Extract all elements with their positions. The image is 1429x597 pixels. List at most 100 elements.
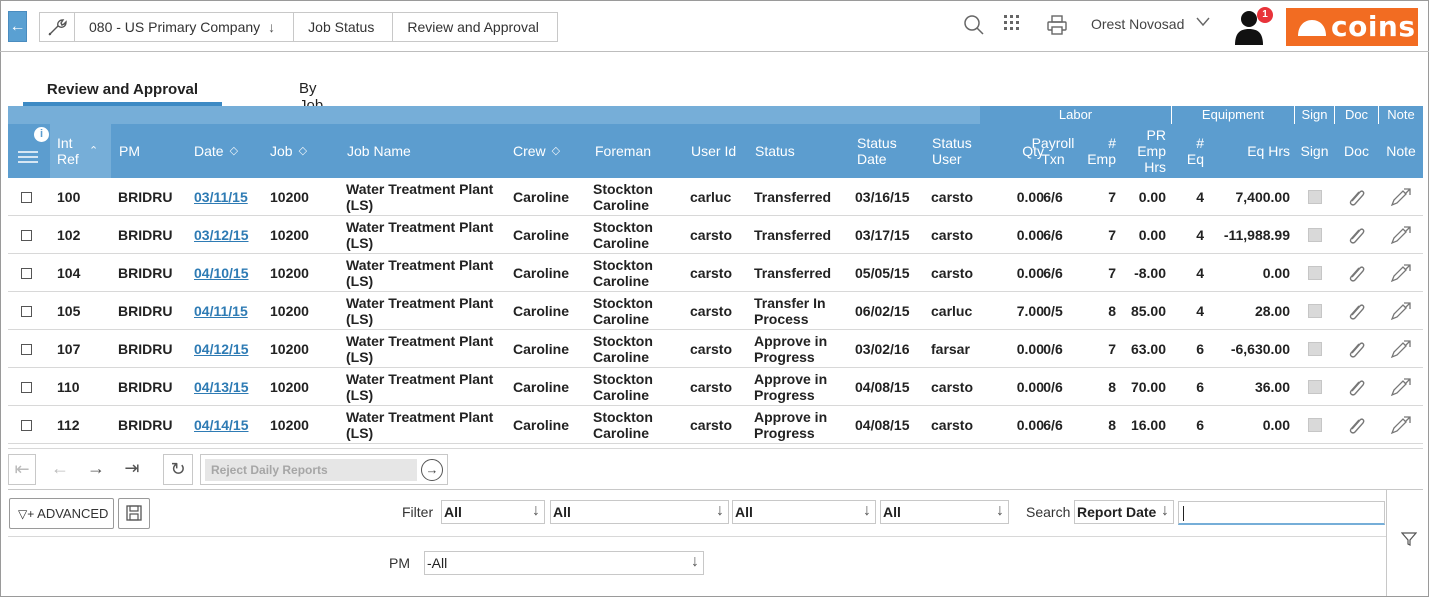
header-emp[interactable]: # Emp: [1086, 124, 1116, 178]
note-edit-icon[interactable]: [1379, 292, 1423, 330]
filter-select-4[interactable]: All ↓: [880, 500, 1009, 524]
cell-date[interactable]: 04/11/15: [194, 292, 264, 330]
header-foreman[interactable]: Foreman: [595, 124, 685, 178]
cell-date[interactable]: 03/12/15: [194, 216, 264, 254]
filter-select-1[interactable]: All ↓: [441, 500, 545, 524]
note-edit-icon[interactable]: [1379, 330, 1423, 368]
header-int-ref[interactable]: Int Ref ⌃: [50, 124, 111, 178]
paperclip-icon[interactable]: [1335, 330, 1378, 368]
cell-date[interactable]: 04/10/15: [194, 254, 264, 292]
column-menu[interactable]: i: [8, 124, 50, 178]
header-crew[interactable]: Crew ◇: [513, 124, 593, 178]
cell-date[interactable]: 03/11/15: [194, 178, 264, 216]
user-name[interactable]: Orest Novosad: [1091, 16, 1184, 32]
search-icon[interactable]: [963, 14, 985, 36]
header-eq-hrs[interactable]: Eq Hrs: [1218, 124, 1290, 178]
next-page-button[interactable]: →: [80, 454, 112, 485]
note-edit-icon[interactable]: [1379, 254, 1423, 292]
back-button[interactable]: ←: [8, 11, 27, 42]
refresh-button[interactable]: ↻: [163, 454, 193, 485]
cell-foreman: Stockton Caroline: [593, 409, 653, 441]
sign-checkbox[interactable]: [1307, 266, 1322, 280]
cell-eq-hrs: 28.00: [1254, 303, 1290, 319]
sign-checkbox[interactable]: [1307, 342, 1322, 356]
table-row[interactable]: 107 BRIDRU 04/12/15 10200 Water Treatment Pl…: [8, 330, 1423, 368]
cell-date[interactable]: 04/13/15: [194, 368, 264, 406]
header-status-user[interactable]: Status User: [932, 124, 974, 178]
cell-emp: 8: [1108, 379, 1116, 395]
info-icon[interactable]: i: [34, 127, 49, 142]
header-sign[interactable]: Sign: [1295, 124, 1334, 178]
save-filter-button[interactable]: [118, 498, 150, 529]
apps-grid-icon[interactable]: [1003, 14, 1021, 32]
note-edit-icon[interactable]: [1379, 368, 1423, 406]
header-status-user-label: Status User: [932, 135, 972, 167]
breadcrumb-review-approval[interactable]: Review and Approval: [393, 12, 558, 42]
table-row[interactable]: 110 BRIDRU 04/13/15 10200 Water Treatment Pl…: [8, 368, 1423, 406]
header-payroll-txn[interactable]: Payroll Txn: [1026, 124, 1080, 178]
cell-date[interactable]: 04/14/15: [194, 406, 264, 444]
prev-page-button[interactable]: ←: [44, 454, 76, 485]
advanced-filter-button[interactable]: ▽+ ADVANCED: [9, 498, 114, 529]
header-user-id[interactable]: User Id: [691, 124, 751, 178]
row-checkbox[interactable]: [21, 305, 32, 317]
header-group-doc: Doc: [1335, 106, 1378, 124]
printer-icon[interactable]: [1046, 14, 1068, 36]
sign-checkbox[interactable]: [1307, 380, 1322, 394]
filter-select-2[interactable]: All ↓: [550, 500, 729, 524]
pm-select[interactable]: -All ↓: [424, 551, 704, 575]
reject-daily-reports-select[interactable]: Reject Daily Reports: [205, 459, 417, 481]
paperclip-icon[interactable]: [1335, 292, 1378, 330]
row-checkbox[interactable]: [21, 267, 32, 279]
notification-badge[interactable]: 1: [1257, 7, 1273, 23]
header-pr-emp-hrs[interactable]: PR Emp Hrs: [1136, 124, 1166, 178]
header-doc[interactable]: Doc: [1335, 124, 1378, 178]
cell-foreman: Stockton Caroline: [593, 219, 653, 251]
table-row[interactable]: 104 BRIDRU 04/10/15 10200 Water Treatment Pl…: [8, 254, 1423, 292]
filter-select-3[interactable]: All ↓: [732, 500, 876, 524]
search-input[interactable]: [1178, 501, 1385, 525]
tab-review-approval[interactable]: Review and Approval: [23, 78, 222, 106]
header-eq[interactable]: # Eq: [1176, 124, 1204, 178]
cell-date[interactable]: 04/12/15: [194, 330, 264, 368]
row-checkbox[interactable]: [21, 419, 32, 431]
go-button[interactable]: →: [421, 459, 443, 481]
filter-icon[interactable]: [1401, 532, 1417, 546]
search-field-select[interactable]: Report Date ↓: [1074, 500, 1174, 524]
table-row[interactable]: 100 BRIDRU 03/11/15 10200 Water Treatment Pl…: [8, 178, 1423, 216]
breadcrumb-job-status[interactable]: Job Status: [294, 12, 394, 42]
row-checkbox[interactable]: [21, 191, 32, 203]
header-job[interactable]: Job ◇: [270, 124, 340, 178]
sign-checkbox[interactable]: [1307, 190, 1322, 204]
note-edit-icon[interactable]: [1379, 178, 1423, 216]
paperclip-icon[interactable]: [1335, 216, 1378, 254]
paperclip-icon[interactable]: [1335, 254, 1378, 292]
first-page-button[interactable]: ⇤: [8, 454, 36, 485]
tools-button[interactable]: [39, 12, 75, 42]
note-edit-icon[interactable]: [1379, 406, 1423, 444]
table-row[interactable]: 105 BRIDRU 04/11/15 10200 Water Treatment Pl…: [8, 292, 1423, 330]
row-checkbox[interactable]: [21, 381, 32, 393]
breadcrumb-company[interactable]: 080 - US Primary Company ↓: [75, 12, 295, 42]
sign-checkbox[interactable]: [1307, 418, 1322, 432]
chevron-down-icon[interactable]: [1196, 14, 1210, 28]
tab-by-job[interactable]: By Job: [299, 78, 323, 114]
row-checkbox[interactable]: [21, 343, 32, 355]
sign-checkbox[interactable]: [1307, 304, 1322, 318]
header-pm[interactable]: PM: [119, 124, 189, 178]
header-note[interactable]: Note: [1379, 124, 1423, 178]
header-date[interactable]: Date ◇: [194, 124, 264, 178]
header-job-name[interactable]: Job Name: [347, 124, 497, 178]
paperclip-icon[interactable]: [1335, 178, 1378, 216]
last-page-button[interactable]: ⇥: [116, 454, 148, 485]
cell-status: Transferred: [754, 189, 832, 205]
row-checkbox[interactable]: [21, 229, 32, 241]
sign-checkbox[interactable]: [1307, 228, 1322, 242]
paperclip-icon[interactable]: [1335, 368, 1378, 406]
table-row[interactable]: 112 BRIDRU 04/14/15 10200 Water Treatment Pl…: [8, 406, 1423, 444]
header-status[interactable]: Status: [755, 124, 845, 178]
note-edit-icon[interactable]: [1379, 216, 1423, 254]
table-row[interactable]: 102 BRIDRU 03/12/15 10200 Water Treatment Pl…: [8, 216, 1423, 254]
header-status-date[interactable]: Status Date: [857, 124, 907, 178]
paperclip-icon[interactable]: [1335, 406, 1378, 444]
